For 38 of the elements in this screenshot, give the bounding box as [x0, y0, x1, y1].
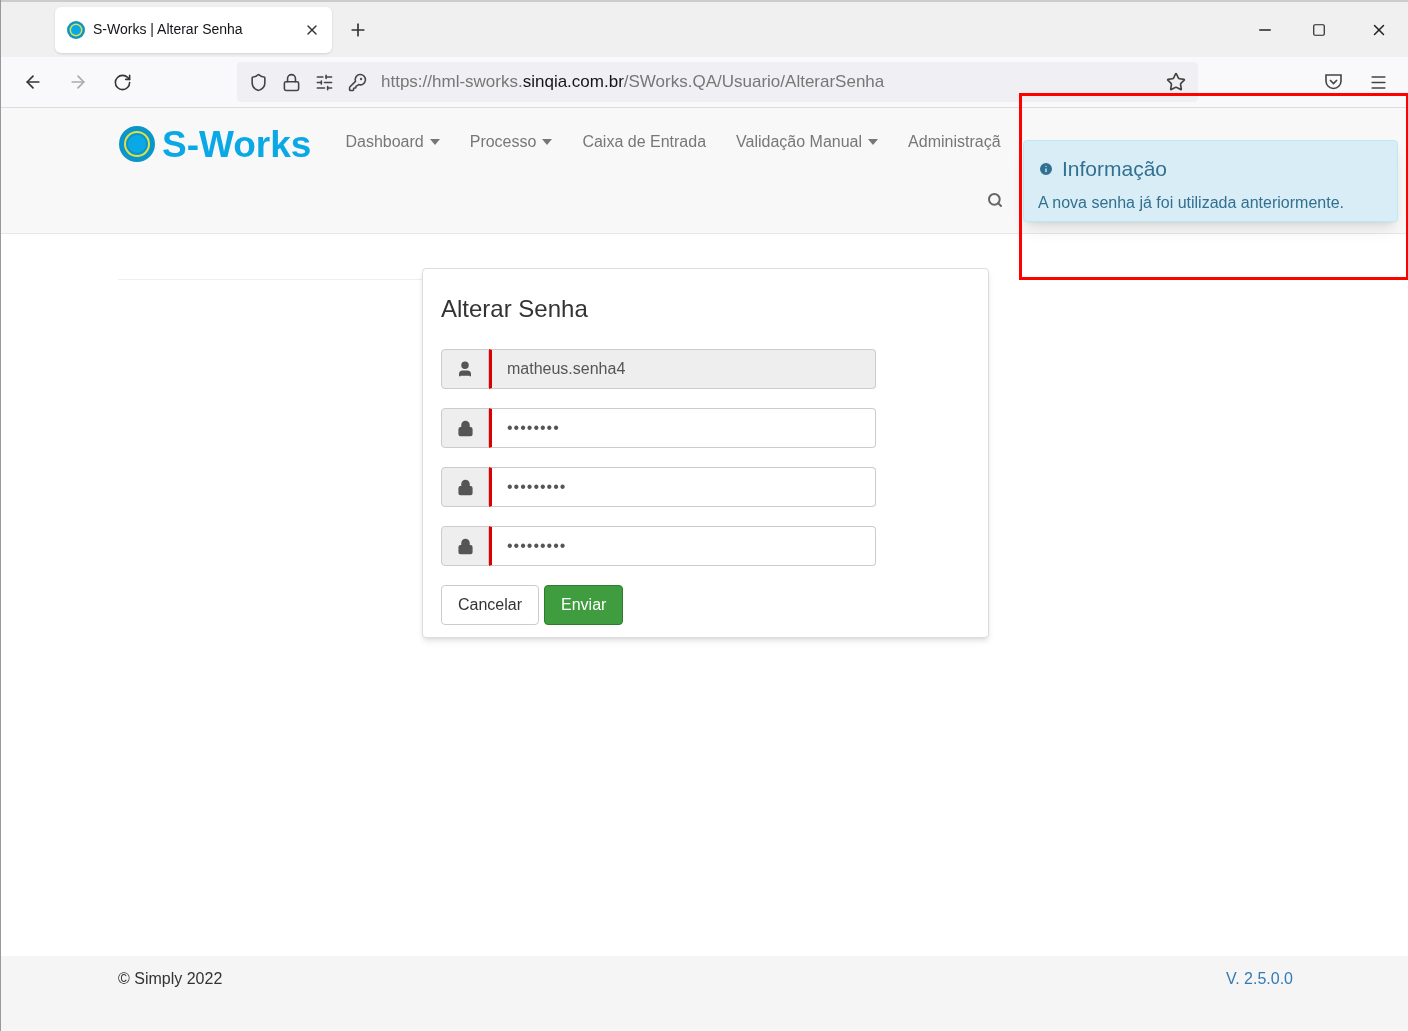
cancel-button[interactable]: Cancelar — [441, 585, 540, 625]
browser-tab[interactable]: S-Works | Alterar Senha — [55, 6, 332, 53]
favicon-icon — [67, 20, 85, 39]
nav-item[interactable]: Processo — [469, 130, 553, 154]
version-text: V. 2.5.0.0 — [1225, 969, 1293, 989]
permissions-icon[interactable] — [315, 72, 334, 92]
address-bar[interactable]: https://hml-sworks.sinqia.com.br/SWorks.QA/Usuario/AlterarSenha — [237, 62, 1198, 102]
maximize-icon[interactable] — [1312, 22, 1326, 37]
caret-icon — [542, 139, 553, 145]
lock-icon[interactable] — [282, 72, 301, 92]
nav-item[interactable]: Dashboard — [345, 130, 440, 154]
bookmark-star-icon[interactable] — [1166, 72, 1186, 92]
nav-item[interactable]: Administraçã — [908, 130, 1001, 154]
lock-icon — [456, 419, 474, 437]
pocket-icon[interactable] — [1324, 73, 1343, 91]
user-icon — [456, 360, 474, 378]
lock-icon — [456, 537, 474, 555]
nav-item[interactable]: Validação Manual — [736, 130, 879, 154]
form-title: Alterar Senha — [441, 294, 589, 324]
input-field[interactable]: ••••••••• — [489, 526, 876, 566]
key-icon[interactable] — [348, 72, 367, 92]
submit-button[interactable]: Enviar — [544, 585, 624, 625]
tab-title: S-Works | Alterar Senha — [93, 20, 244, 39]
toast-title: Informação — [1062, 156, 1168, 182]
input-field[interactable]: •••••••• — [489, 408, 876, 448]
input-field[interactable]: ••••••••• — [489, 467, 876, 507]
reload-icon[interactable] — [113, 72, 132, 92]
shield-icon[interactable] — [249, 72, 268, 92]
search-icon[interactable] — [987, 192, 1003, 208]
copyright-text: © Simply 2022 — [118, 969, 223, 989]
caret-icon — [429, 139, 440, 145]
caret-icon — [868, 139, 879, 145]
url-text: https://hml-sworks.sinqia.com.br/SWorks.QA/Usuario/AlterarSenha — [381, 71, 886, 94]
info-icon — [1038, 160, 1054, 177]
toast-message: A nova senha já foi utilizada anteriormente. — [1038, 192, 1345, 213]
nav-item[interactable]: Caixa de Entrada — [582, 130, 707, 154]
lock-icon — [456, 478, 474, 496]
logo-icon — [118, 125, 156, 163]
